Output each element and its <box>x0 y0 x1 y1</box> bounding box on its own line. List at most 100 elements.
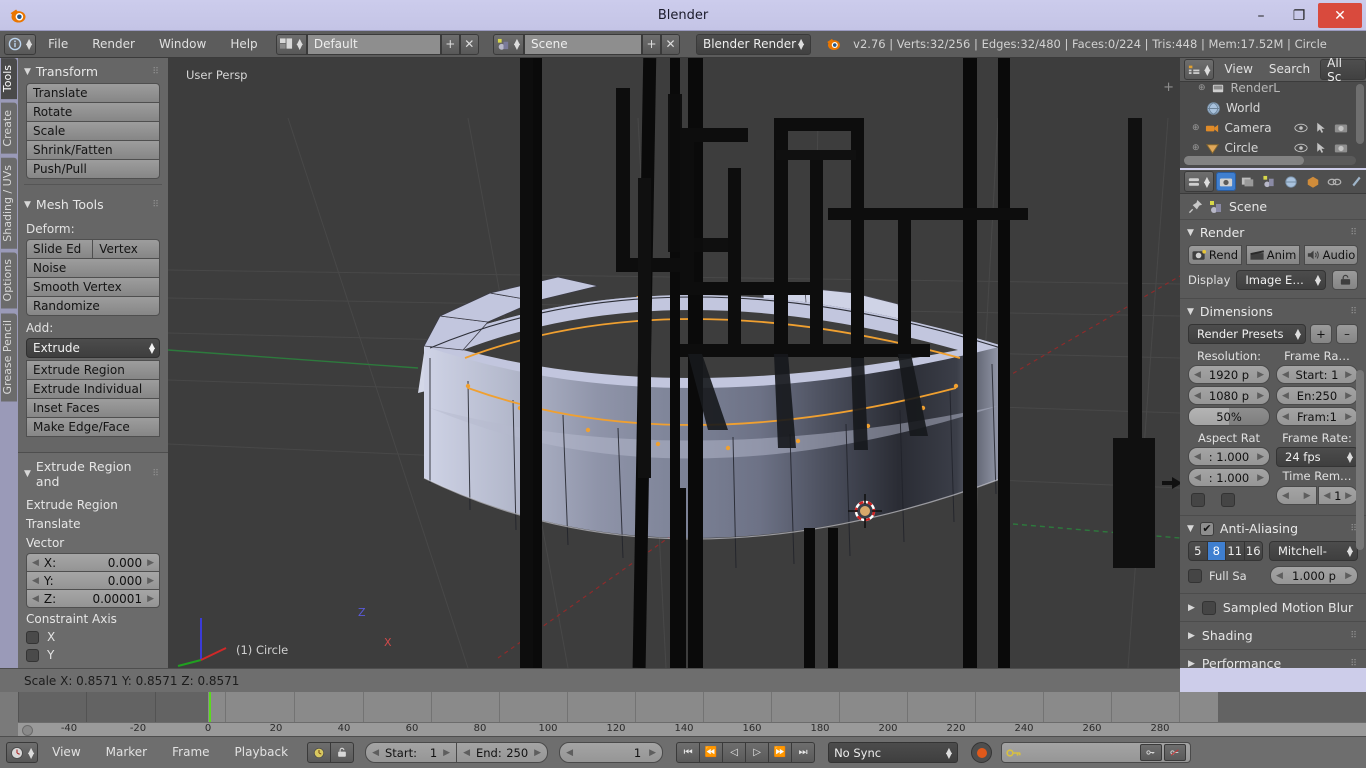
add-scene-button[interactable]: + <box>641 33 661 55</box>
framerate-dropdown[interactable]: 24 fps ▲ ▼ <box>1276 447 1358 467</box>
current-frame-input[interactable]: ◀ 1 ▶ <box>559 742 664 763</box>
screen-layout-name[interactable]: Default <box>306 33 441 55</box>
add-preset-button[interactable]: + <box>1310 324 1332 344</box>
frame-start-field[interactable]: ◀ Start: 1 ▶ <box>1276 365 1358 384</box>
vector-z-field[interactable]: ◀ Z: 0.00001 ▶ <box>26 589 160 608</box>
tab-scene[interactable] <box>1259 172 1279 191</box>
scene-selector[interactable]: ▲ ▼ Scene + ✕ <box>492 33 680 55</box>
jump-to-start-button[interactable]: ⏮ <box>676 742 701 763</box>
render-animation-button[interactable]: Anim <box>1246 245 1300 265</box>
auto-keyframe-button[interactable] <box>971 742 993 763</box>
maximize-button[interactable]: ❐ <box>1280 3 1318 28</box>
aspect-y-field[interactable]: ◀ : 1.000 ▶ <box>1188 468 1270 487</box>
mesh-tools-panel-header[interactable]: ▼ Mesh Tools ⠿ <box>18 191 168 216</box>
antialiasing-section-header[interactable]: ▼ ✔ Anti-Aliasing ⠿ <box>1180 516 1366 541</box>
aa-filter-dropdown[interactable]: Mitchell- ▲ ▼ <box>1269 541 1358 561</box>
tab-options[interactable]: Options <box>1 252 17 309</box>
aa-sample-5[interactable]: 5 <box>1188 541 1208 561</box>
camera-render-icon[interactable] <box>1334 142 1348 154</box>
translate-button[interactable]: Translate <box>26 83 160 103</box>
frame-start-input[interactable]: ◀ Start: 1 ▶ <box>365 742 458 763</box>
frame-step-field[interactable]: ◀ Fram:1 ▶ <box>1276 407 1358 426</box>
tab-constraints[interactable] <box>1325 172 1345 191</box>
extrude-region-button[interactable]: Extrude Region <box>26 360 160 380</box>
operator-panel-header[interactable]: ▼ Extrude Region and ⠿ <box>18 453 168 493</box>
full-sample-checkbox[interactable] <box>1188 568 1202 583</box>
extrude-dropdown[interactable]: Extrude ▲ ▼ <box>26 338 160 358</box>
eye-icon[interactable] <box>1294 122 1308 134</box>
use-preview-range-button[interactable] <box>307 742 332 763</box>
shading-section[interactable]: ▶ Shading ⠿ <box>1180 622 1366 650</box>
aa-sample-8[interactable]: 8 <box>1206 541 1226 561</box>
tab-render[interactable] <box>1216 172 1236 191</box>
play-reverse-button[interactable]: ◁ <box>722 742 747 763</box>
sampled-motion-blur-section[interactable]: ▶ Sampled Motion Blur <box>1180 594 1366 622</box>
render-engine-dropdown[interactable]: Blender Render ▲ ▼ <box>695 33 812 55</box>
resolution-y-field[interactable]: ◀ 1080 p ▶ <box>1188 386 1270 405</box>
timeline-editor[interactable]: -40 -20 0 20 40 60 80 100 120 140 160 18… <box>0 692 1366 736</box>
tab-grease-pencil[interactable]: Grease Pencil <box>1 312 17 402</box>
dimensions-section-header[interactable]: ▼ Dimensions ⠿ <box>1180 299 1366 324</box>
menu-render[interactable]: Render <box>80 34 147 55</box>
smooth-vertex-button[interactable]: Smooth Vertex <box>26 277 160 297</box>
motion-blur-checkbox[interactable] <box>1201 600 1216 615</box>
checkbox-icon[interactable] <box>26 648 39 662</box>
expand-plus-icon[interactable]: ⊕ <box>1192 123 1200 133</box>
outliner-menu-view[interactable]: View <box>1218 59 1258 80</box>
outliner-horizontal-scrollbar[interactable] <box>1184 156 1356 165</box>
outliner-menu-search[interactable]: Search <box>1263 59 1316 80</box>
editor-type-outliner-icon[interactable]: ▲ ▼ <box>1184 59 1215 80</box>
render-presets-dropdown[interactable]: Render Presets ▲ ▼ <box>1188 324 1306 344</box>
3d-viewport[interactable]: User Persp (1) Circle Z X + <box>168 58 1180 668</box>
outliner-vertical-scrollbar[interactable] <box>1356 84 1364 144</box>
resolution-x-field[interactable]: ◀ 1920 p ▶ <box>1188 365 1270 384</box>
scene-icon[interactable]: ▲ ▼ <box>492 33 524 55</box>
active-keying-set-field[interactable] <box>1001 742 1192 763</box>
vector-y-field[interactable]: ◀ Y: 0.000 ▶ <box>26 571 160 590</box>
sync-mode-dropdown[interactable]: No Sync ▲ ▼ <box>828 742 959 763</box>
insert-keyframe-button[interactable] <box>1140 744 1163 761</box>
scale-button[interactable]: Scale <box>26 121 160 141</box>
shrink-fatten-button[interactable]: Shrink/Fatten <box>26 140 160 160</box>
eye-icon[interactable] <box>1294 142 1308 154</box>
remove-scene-button[interactable]: ✕ <box>660 33 680 55</box>
menu-file[interactable]: File <box>36 34 80 55</box>
minimize-button[interactable]: – <box>1242 3 1280 28</box>
outliner-row-camera[interactable]: ⊕ Camera <box>1180 118 1366 138</box>
constraint-axis-y-row[interactable]: Y <box>18 644 168 662</box>
aa-sample-16[interactable]: 16 <box>1243 541 1263 561</box>
time-remap-old-field[interactable]: ◀ ▶ <box>1276 486 1317 505</box>
delete-keyframe-button[interactable] <box>1164 744 1187 761</box>
tab-modifiers[interactable] <box>1346 172 1366 191</box>
checkbox-icon[interactable] <box>26 630 39 644</box>
crop-checkbox[interactable] <box>1221 493 1235 507</box>
render-audio-button[interactable]: Audio <box>1304 245 1358 265</box>
display-lock-button[interactable] <box>1332 270 1358 290</box>
screen-layout-selector[interactable]: ▲ ▼ Default + ✕ <box>275 33 479 55</box>
tab-shading-uvs[interactable]: Shading / UVs <box>1 157 17 249</box>
next-keyframe-button[interactable]: ⏩ <box>768 742 793 763</box>
lock-time-button[interactable] <box>330 742 355 763</box>
cursor-arrow-icon[interactable] <box>1315 122 1327 134</box>
push-pull-button[interactable]: Push/Pull <box>26 159 160 179</box>
expand-plus-icon[interactable]: ⊕ <box>1198 83 1206 93</box>
tab-object[interactable] <box>1303 172 1323 191</box>
editor-type-properties-icon[interactable]: ▲ ▼ <box>1184 171 1214 192</box>
render-section-header[interactable]: ▼ Render ⠿ <box>1180 220 1366 245</box>
remove-layout-button[interactable]: ✕ <box>459 33 479 55</box>
tab-world[interactable] <box>1281 172 1301 191</box>
editor-type-info-icon[interactable]: ▲ ▼ <box>4 33 37 55</box>
transform-panel-header[interactable]: ▼ Transform ⠿ <box>18 58 168 83</box>
remove-preset-button[interactable]: – <box>1336 324 1358 344</box>
outliner-row-circle[interactable]: ⊕ Circle <box>1180 138 1366 158</box>
timeline-ruler[interactable]: -40 -20 0 20 40 60 80 100 120 140 160 18… <box>18 722 1366 736</box>
outliner-display-mode[interactable]: All Sc <box>1320 58 1366 84</box>
previous-keyframe-button[interactable]: ⏪ <box>699 742 724 763</box>
timeline-menu-playback[interactable]: Playback <box>224 742 300 763</box>
tab-create[interactable]: Create <box>1 103 17 154</box>
inset-faces-button[interactable]: Inset Faces <box>26 398 160 418</box>
time-remap-new-field[interactable]: ◀ 1 ▶ <box>1317 486 1358 505</box>
tab-tools[interactable]: Tools <box>1 58 17 100</box>
timeline-canvas[interactable] <box>18 692 1366 722</box>
viewport-expand-icon[interactable]: + <box>1163 80 1174 95</box>
